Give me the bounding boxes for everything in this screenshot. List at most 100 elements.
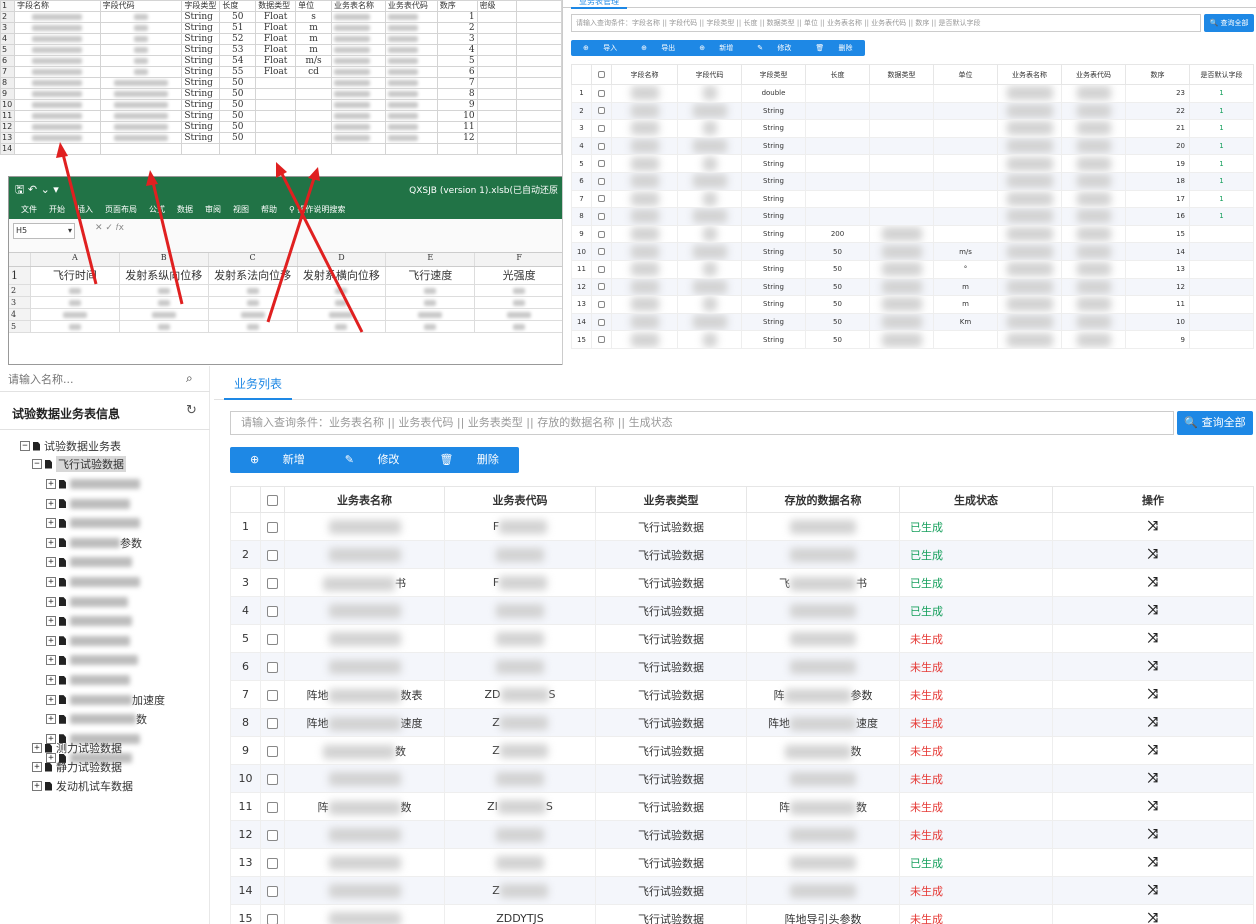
row-number[interactable]: 5 <box>0 44 15 56</box>
excel-header-cell[interactable]: 数据类型 <box>255 0 297 12</box>
table-row[interactable]: 11 阵数 ZI S 飞行试验数据阵数未生成 ⤨ <box>230 792 1254 821</box>
row-select[interactable] <box>591 277 612 297</box>
excel-cell[interactable] <box>295 77 332 89</box>
excel-cell[interactable] <box>476 11 518 23</box>
shuffle-icon[interactable]: ⤨ <box>1148 855 1158 870</box>
excel-cell[interactable] <box>516 77 562 89</box>
row-select[interactable] <box>260 904 285 924</box>
excel-window-cell[interactable] <box>298 285 387 296</box>
row-select[interactable] <box>260 848 285 877</box>
row-checkbox[interactable] <box>598 248 605 256</box>
excel-cell[interactable] <box>476 99 518 111</box>
shuffle-icon[interactable]: ⤨ <box>1148 883 1158 898</box>
export-button[interactable]: ⊕ 导出 <box>629 40 687 56</box>
excel-cell[interactable] <box>384 99 438 111</box>
field-column-header[interactable]: 字段类型 <box>741 64 806 85</box>
excel-window-cell[interactable] <box>475 297 562 308</box>
row-select[interactable] <box>591 312 612 332</box>
excel-cell[interactable]: Float <box>255 11 297 23</box>
excel-cell[interactable] <box>516 110 562 122</box>
excel-cell[interactable] <box>476 121 518 133</box>
table-row[interactable]: 3 String 21 1 <box>571 119 1254 138</box>
excel-cell[interactable] <box>13 132 101 144</box>
excel-header-cell[interactable]: 业务表名称 <box>330 0 386 12</box>
row-checkbox[interactable] <box>598 160 605 168</box>
shuffle-icon[interactable]: ⤨ <box>1148 687 1158 702</box>
excel-window-cell[interactable] <box>120 309 209 320</box>
row-number[interactable]: 13 <box>0 132 15 144</box>
row-select[interactable] <box>260 764 285 793</box>
excel-cell[interactable] <box>99 132 183 144</box>
excel-cell[interactable] <box>384 110 438 122</box>
excel-cell[interactable] <box>255 77 297 89</box>
business-query-all-button[interactable]: 🔍 查询全部 <box>1177 411 1253 435</box>
excel-cell[interactable]: String <box>181 44 221 56</box>
row-checkbox[interactable] <box>598 230 605 238</box>
select-all-checkbox[interactable] <box>267 494 278 506</box>
excel-window-header-cell[interactable]: 飞行时间 <box>31 267 120 284</box>
row-select[interactable] <box>260 596 285 625</box>
table-row[interactable]: 7 阵地 数表 ZD S 飞行试验数据阵参数 未生成 ⤨ <box>230 680 1254 709</box>
excel-window-cell[interactable] <box>475 285 562 296</box>
excel-cell[interactable] <box>384 11 438 23</box>
table-row[interactable]: 4 飞行试验数据 已生成 ⤨ <box>230 596 1254 625</box>
field-column-header[interactable]: 是否默认字段 <box>1189 64 1254 85</box>
table-row[interactable]: 12 String 50 m 12 <box>571 277 1254 297</box>
table-row[interactable]: 8 阵地 速度 Z 飞行试验数据 阵地 速度 未生成 ⤨ <box>230 708 1254 737</box>
field-query-all-button[interactable]: 🔍 查询全部 <box>1204 14 1254 32</box>
excel-cell[interactable]: 5 <box>436 55 478 67</box>
shuffle-icon[interactable]: ⤨ <box>1148 799 1158 814</box>
excel-cell[interactable] <box>330 99 386 111</box>
excel-cell[interactable] <box>516 22 562 34</box>
expand-icon[interactable]: + <box>46 635 56 646</box>
shuffle-icon[interactable]: ⤨ <box>1148 659 1158 674</box>
excel-cell[interactable] <box>384 88 438 100</box>
tree-node[interactable]: − 飞行试验数据 <box>32 456 126 472</box>
tree-node[interactable]: + 发动机试车数据 <box>32 778 133 794</box>
excel-cell[interactable] <box>13 88 101 100</box>
row-checkbox[interactable] <box>598 124 605 132</box>
expand-icon[interactable]: + <box>32 743 42 753</box>
row-number[interactable]: 6 <box>0 55 15 67</box>
row-checkbox[interactable] <box>267 605 278 617</box>
excel-header-cell[interactable]: 长度 <box>219 0 257 12</box>
excel-cell[interactable] <box>516 33 562 45</box>
excel-header-cell[interactable]: 单位 <box>295 0 332 12</box>
excel-cell[interactable]: 50 <box>219 110 257 122</box>
excel-cell[interactable] <box>516 66 562 78</box>
row-checkbox[interactable] <box>267 829 278 841</box>
excel-window-cell[interactable] <box>298 297 387 308</box>
excel-window-cell[interactable] <box>475 309 562 320</box>
row-checkbox[interactable] <box>598 336 605 344</box>
shuffle-icon[interactable]: ⤨ <box>1148 911 1158 924</box>
row-number[interactable]: 2 <box>0 11 15 23</box>
table-row[interactable]: 5 飞行试验数据 未生成 ⤨ <box>230 624 1254 653</box>
excel-cell[interactable] <box>181 143 221 155</box>
excel-cell[interactable]: 1 <box>436 11 478 23</box>
excel-cell[interactable] <box>384 121 438 133</box>
excel-cell[interactable]: 55 <box>219 66 257 78</box>
excel-cell[interactable] <box>99 110 183 122</box>
row-number[interactable]: 12 <box>0 121 15 133</box>
excel-cell[interactable] <box>13 99 101 111</box>
excel-cell[interactable]: 51 <box>219 22 257 34</box>
excel-cell[interactable] <box>219 143 257 155</box>
row-select[interactable] <box>260 876 285 905</box>
excel-window-header-cell[interactable]: 发射系法向位移 <box>209 267 298 284</box>
excel-cell[interactable] <box>330 110 386 122</box>
tree-node[interactable]: + <box>46 594 128 610</box>
row-select[interactable] <box>591 136 612 156</box>
excel-cell[interactable] <box>13 110 101 122</box>
table-row[interactable]: 8 String 16 1 <box>571 207 1254 226</box>
excel-cell[interactable] <box>255 88 297 100</box>
excel-cell[interactable]: 10 <box>436 110 478 122</box>
row-select[interactable] <box>260 792 285 821</box>
expand-icon[interactable]: + <box>46 655 56 666</box>
row-select[interactable] <box>260 568 285 597</box>
excel-window-cell[interactable] <box>475 321 562 332</box>
excel-cell[interactable]: 2 <box>436 22 478 34</box>
excel-cell[interactable] <box>384 55 438 67</box>
excel-cell[interactable] <box>330 11 386 23</box>
excel-cell[interactable] <box>255 143 297 155</box>
excel-cell[interactable] <box>476 143 518 155</box>
